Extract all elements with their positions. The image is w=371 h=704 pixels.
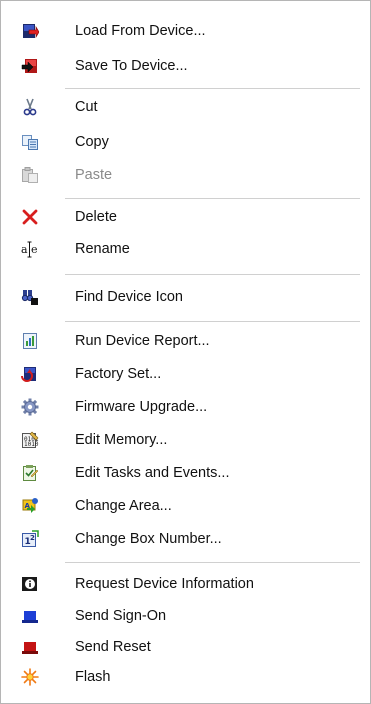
delete-x-icon bbox=[21, 208, 39, 226]
menu-item-label: Run Device Report... bbox=[75, 333, 210, 349]
rename-icon: a e bbox=[21, 240, 39, 258]
factory-set-icon bbox=[21, 365, 39, 383]
menu-item-paste[interactable]: Paste bbox=[1, 161, 370, 189]
menu-item-change-box-number[interactable]: 1 2 Change Box Number... bbox=[1, 525, 370, 553]
svg-text:1010: 1010 bbox=[24, 441, 39, 448]
menu-item-load-from-device[interactable]: Load From Device... bbox=[1, 17, 370, 45]
menu-item-label: Load From Device... bbox=[75, 23, 206, 39]
menu-item-label: Save To Device... bbox=[75, 58, 188, 74]
menu-item-label: Find Device Icon bbox=[75, 289, 183, 305]
menu-item-label: Copy bbox=[75, 134, 109, 150]
load-from-device-icon bbox=[21, 22, 39, 40]
edit-tasks-icon bbox=[21, 464, 39, 482]
menu-item-label: Firmware Upgrade... bbox=[75, 399, 208, 415]
menu-item-label: Change Area... bbox=[75, 498, 172, 514]
svg-text:e: e bbox=[31, 243, 38, 256]
info-icon bbox=[21, 575, 39, 593]
menu-separator bbox=[65, 198, 360, 200]
sign-on-icon bbox=[21, 607, 39, 625]
menu-item-label: Delete bbox=[75, 209, 117, 225]
gear-icon bbox=[21, 398, 39, 416]
copy-icon bbox=[21, 133, 39, 151]
menu-item-label: Send Sign-On bbox=[75, 608, 167, 624]
menu-item-label: Edit Memory... bbox=[75, 432, 168, 448]
menu-item-find-device-icon[interactable]: Find Device Icon bbox=[1, 283, 370, 311]
menu-item-run-device-report[interactable]: Run Device Report... bbox=[1, 327, 370, 355]
menu-item-factory-set[interactable]: Factory Set... bbox=[1, 360, 370, 388]
menu-item-label: Flash bbox=[75, 669, 111, 685]
paste-icon bbox=[21, 166, 39, 184]
svg-text:a: a bbox=[21, 243, 28, 256]
menu-item-send-reset[interactable]: Send Reset bbox=[1, 633, 370, 661]
edit-memory-icon: 0101 1010 bbox=[21, 431, 39, 449]
menu-separator bbox=[65, 274, 360, 276]
change-box-number-icon: 1 2 bbox=[21, 530, 39, 548]
menu-separator bbox=[65, 562, 360, 564]
context-menu: Load From Device... Save To Device... Cu… bbox=[0, 0, 371, 704]
svg-text:2: 2 bbox=[30, 534, 35, 542]
menu-item-delete[interactable]: Delete bbox=[1, 203, 370, 231]
scissors-icon bbox=[21, 98, 39, 116]
menu-item-send-sign-on[interactable]: Send Sign-On bbox=[1, 602, 370, 630]
menu-item-edit-memory[interactable]: 0101 1010 Edit Memory... bbox=[1, 426, 370, 454]
change-area-icon: A bbox=[21, 497, 39, 515]
menu-item-label: Send Reset bbox=[75, 639, 151, 655]
menu-item-flash[interactable]: Flash bbox=[1, 663, 370, 691]
binoculars-icon bbox=[21, 288, 39, 306]
flash-icon bbox=[21, 668, 39, 686]
menu-separator bbox=[65, 88, 360, 90]
menu-item-label: Rename bbox=[75, 241, 130, 257]
menu-item-label: Request Device Information bbox=[75, 576, 254, 592]
menu-item-edit-tasks-and-events[interactable]: Edit Tasks and Events... bbox=[1, 459, 370, 487]
menu-item-label: Paste bbox=[75, 167, 113, 183]
menu-item-cut[interactable]: Cut bbox=[1, 93, 370, 121]
menu-item-rename[interactable]: a e Rename bbox=[1, 235, 370, 263]
menu-separator bbox=[65, 321, 360, 323]
menu-item-label: Cut bbox=[75, 99, 98, 115]
menu-item-label: Edit Tasks and Events... bbox=[75, 465, 230, 481]
report-icon bbox=[21, 332, 39, 350]
reset-icon bbox=[21, 638, 39, 656]
menu-item-firmware-upgrade[interactable]: Firmware Upgrade... bbox=[1, 393, 370, 421]
menu-item-label: Factory Set... bbox=[75, 366, 162, 382]
menu-item-request-device-information[interactable]: Request Device Information bbox=[1, 570, 370, 598]
menu-item-save-to-device[interactable]: Save To Device... bbox=[1, 52, 370, 80]
menu-item-change-area[interactable]: A Change Area... bbox=[1, 492, 370, 520]
save-to-device-icon bbox=[21, 57, 39, 75]
menu-item-copy[interactable]: Copy bbox=[1, 128, 370, 156]
menu-item-label: Change Box Number... bbox=[75, 531, 222, 547]
